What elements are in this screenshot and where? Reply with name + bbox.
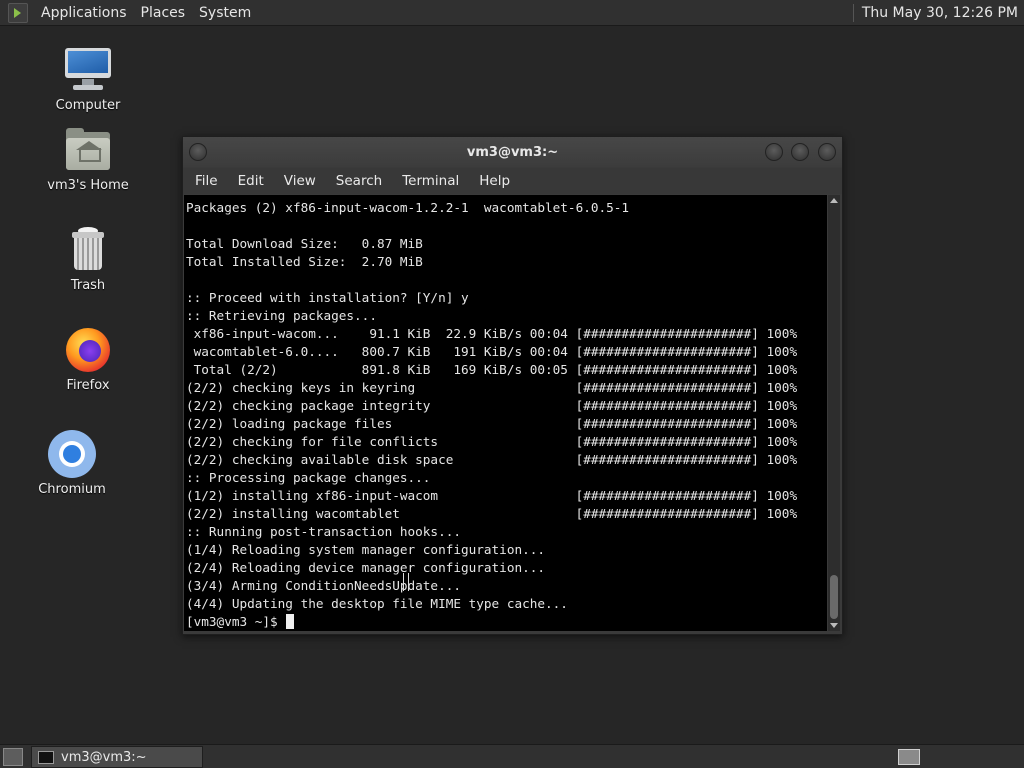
menu-search[interactable]: Search [328, 173, 390, 189]
menu-terminal[interactable]: Terminal [394, 173, 467, 189]
chromium-icon [48, 430, 96, 478]
desktop-icon-home[interactable]: vm3's Home [40, 126, 136, 193]
desktop-icon-chromium[interactable]: Chromium [24, 430, 120, 497]
terminal-icon [38, 750, 54, 764]
text-cursor [286, 614, 295, 629]
terminal-line: (2/2) checking available disk space [###… [186, 452, 798, 467]
menu-file[interactable]: File [187, 173, 226, 189]
terminal-line: Total Installed Size: 2.70 MiB [186, 254, 423, 269]
menu-edit[interactable]: Edit [230, 173, 272, 189]
taskbar-window-label: vm3@vm3:~ [61, 749, 147, 765]
terminal-line: (2/2) installing wacomtablet [##########… [186, 506, 798, 521]
terminal-line: :: Processing package changes... [186, 470, 431, 485]
desktop-icon-trash[interactable]: Trash [40, 226, 136, 293]
terminal-line: (2/2) loading package files [###########… [186, 416, 798, 431]
close-icon[interactable] [818, 143, 836, 161]
terminal-line: (4/4) Updating the desktop file MIME typ… [186, 596, 568, 611]
scroll-up-icon[interactable] [830, 198, 838, 203]
home-folder-icon [64, 126, 112, 174]
terminal-menubar: File Edit View Search Terminal Help [183, 168, 842, 194]
bottom-panel: vm3@vm3:~ [0, 744, 1024, 768]
desktop-icon-label: vm3's Home [47, 178, 129, 193]
maximize-icon[interactable] [791, 143, 809, 161]
scrollbar-thumb[interactable] [830, 575, 838, 619]
terminal-output[interactable]: Packages (2) xf86-input-wacom-1.2.2-1 wa… [184, 195, 827, 631]
terminal-line: Total Download Size: 0.87 MiB [186, 236, 423, 251]
menu-view[interactable]: View [276, 173, 324, 189]
workspace-switcher-icon[interactable] [898, 749, 920, 765]
window-title: vm3@vm3:~ [466, 144, 559, 160]
applications-menu-icon[interactable] [8, 2, 28, 23]
terminal-scrollbar[interactable] [828, 195, 840, 631]
terminal-line: :: Proceed with installation? [Y/n] y [186, 290, 469, 305]
terminal-line: xf86-input-wacom... 91.1 KiB 22.9 KiB/s … [186, 326, 798, 341]
terminal-line: (3/4) Arming ConditionNeedsUpdate... [186, 578, 461, 593]
minimize-icon[interactable] [765, 143, 783, 161]
desktop-icon-label: Computer [55, 98, 121, 113]
show-desktop-icon[interactable] [3, 748, 23, 766]
desktop-icon-label: Chromium [38, 482, 106, 497]
desktop-icon-firefox[interactable]: Firefox [40, 326, 136, 393]
menu-applications[interactable]: Applications [34, 5, 134, 21]
terminal-line: (2/2) checking for file conflicts [#####… [186, 434, 798, 449]
shell-prompt: [vm3@vm3 ~]$ [186, 614, 286, 629]
terminal-line: Packages (2) xf86-input-wacom-1.2.2-1 wa… [186, 200, 630, 215]
window-titlebar[interactable]: vm3@vm3:~ [183, 137, 842, 167]
terminal-line: (2/4) Reloading device manager configura… [186, 560, 546, 575]
scroll-down-icon[interactable] [830, 623, 838, 628]
desktop-icon-label: Trash [70, 278, 106, 293]
top-panel: Applications Places System Thu May 30, 1… [0, 0, 1024, 26]
terminal-line: :: Running post-transaction hooks... [186, 524, 461, 539]
panel-separator [852, 3, 854, 22]
taskbar-window-button[interactable]: vm3@vm3:~ [31, 746, 203, 768]
terminal-line: Total (2/2) 891.8 KiB 169 KiB/s 00:05 [#… [186, 362, 798, 377]
clock[interactable]: Thu May 30, 12:26 PM [862, 5, 1024, 21]
menu-places[interactable]: Places [134, 5, 193, 21]
terminal-line: (2/2) checking package integrity [######… [186, 398, 798, 413]
menu-help[interactable]: Help [471, 173, 518, 189]
firefox-icon [64, 326, 112, 374]
menu-system[interactable]: System [192, 5, 258, 21]
window-menu-icon[interactable] [189, 143, 207, 161]
terminal-window[interactable]: vm3@vm3:~ File Edit View Search Terminal… [182, 136, 843, 635]
terminal-line: (1/2) installing xf86-input-wacom [#####… [186, 488, 798, 503]
mouse-ibeam-cursor [403, 573, 409, 591]
desktop-icon-label: Firefox [66, 378, 110, 393]
terminal-text: Packages (2) xf86-input-wacom-1.2.2-1 wa… [184, 195, 827, 631]
trash-icon [64, 226, 112, 274]
computer-icon [64, 46, 112, 94]
desktop-icon-computer[interactable]: Computer [40, 46, 136, 113]
terminal-line: wacomtablet-6.0.... 800.7 KiB 191 KiB/s … [186, 344, 798, 359]
terminal-line: :: Retrieving packages... [186, 308, 377, 323]
terminal-line: (2/2) checking keys in keyring [########… [186, 380, 798, 395]
terminal-line: (1/4) Reloading system manager configura… [186, 542, 546, 557]
